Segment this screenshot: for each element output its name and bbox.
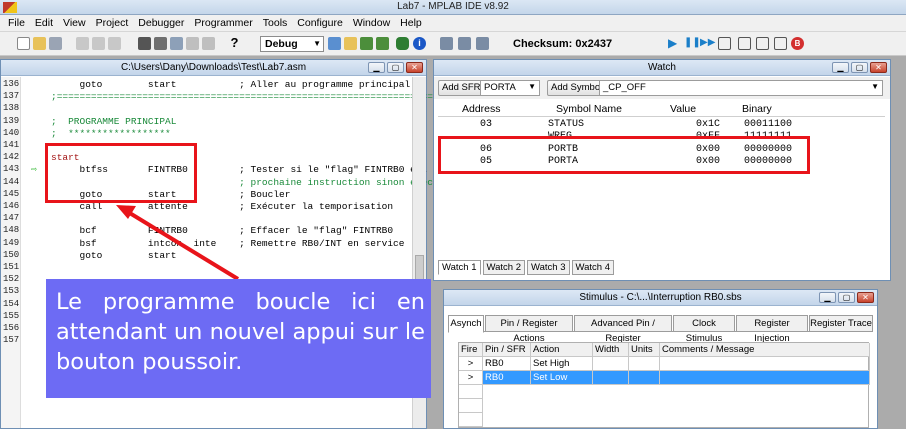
annotation-callout: Le programme boucle ici en attendant un … bbox=[46, 279, 431, 398]
